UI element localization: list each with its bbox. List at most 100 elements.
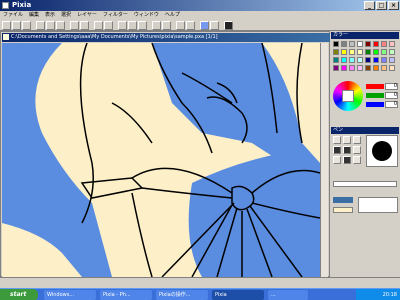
pen-tool-icon[interactable] [333,136,341,144]
copy-icon[interactable] [46,21,55,30]
brush-tool-icon[interactable] [343,136,351,144]
color-swatch[interactable] [349,49,355,55]
red-value[interactable]: 0 [385,83,398,90]
zoom-out-icon[interactable] [104,21,113,30]
green-value[interactable]: 0 [385,92,398,99]
color-swatch[interactable] [333,41,339,47]
menu-window[interactable]: ウィンドウ [131,11,162,20]
document-titlebar: C:\Documents and Settings\aaa\My Documen… [2,33,330,42]
rotate-icon[interactable] [176,21,185,30]
menu-file[interactable]: ファイル [0,11,26,20]
menu-layer[interactable]: レイヤー [74,11,100,20]
color-swatch[interactable] [357,57,363,63]
blue-slider[interactable] [366,102,384,107]
side-panels: カラー 0 0 0 ペン [330,31,400,277]
color-swatch[interactable] [381,49,387,55]
color-swatch[interactable] [365,57,371,63]
hard-brush-icon[interactable] [343,156,351,164]
brush-icon[interactable] [128,21,137,30]
brush-size-slider[interactable] [333,181,397,187]
menu-help[interactable]: ヘルプ [162,11,183,20]
blur-tool-icon[interactable] [353,156,361,164]
color-swatch[interactable] [389,49,395,55]
menu-edit[interactable]: 編集 [26,11,42,20]
eraser-tool-icon[interactable] [353,146,361,154]
round-brush-icon[interactable] [333,146,341,154]
menu-filter[interactable]: フィルター [100,11,131,20]
color-swatch[interactable] [373,41,379,47]
layer-list[interactable] [358,197,398,213]
task-button-1[interactable]: Windows... [44,290,96,300]
color-swatch[interactable] [389,57,395,63]
task-button-2[interactable]: Pixia - Ph... [100,290,152,300]
vertical-scrollbar[interactable] [320,43,328,277]
color-swatch[interactable] [381,41,387,47]
layer-icon[interactable] [118,21,127,30]
task-button-3[interactable]: Pixiaの操作... [156,290,208,300]
rgb-row-b[interactable]: 0 [366,101,398,108]
new-icon[interactable] [2,21,11,30]
square-brush-icon[interactable] [343,146,351,154]
maximize-button[interactable]: □ [376,1,387,10]
start-button[interactable]: start [0,289,38,300]
color-swatch[interactable] [341,49,347,55]
open-icon[interactable] [12,21,21,30]
airbrush-tool-icon[interactable] [353,136,361,144]
color-swatch[interactable] [357,65,363,71]
cut-icon[interactable] [36,21,45,30]
color-swatch[interactable] [373,57,379,63]
color-swatch[interactable] [349,57,355,63]
drawing-canvas[interactable] [2,43,320,277]
color-swatch[interactable] [365,65,371,71]
redo-icon[interactable] [80,21,89,30]
layer-thumbnail-2[interactable] [333,207,353,213]
color-swatch[interactable] [333,65,339,71]
color-swatch[interactable] [349,41,355,47]
color-swatch[interactable] [389,41,395,47]
color-swatch[interactable] [365,49,371,55]
minimize-button[interactable]: _ [364,1,375,10]
color-swatch[interactable] [381,65,387,71]
color-swatch[interactable] [365,41,371,47]
color-swatch[interactable] [341,41,347,47]
color-wheel[interactable] [333,81,363,111]
paste-icon[interactable] [56,21,65,30]
status-bar [0,277,400,288]
red-slider[interactable] [366,84,384,89]
color-swatch[interactable] [333,57,339,63]
task-button-5[interactable]: ... [268,290,308,300]
system-tray-clock[interactable]: 20:18 [356,289,400,300]
brush-preview [366,135,398,167]
color-swatch[interactable] [373,49,379,55]
color-swatch[interactable] [341,65,347,71]
grid-icon[interactable] [210,21,219,30]
tools-panel-title: ペン [331,127,399,134]
menu-view[interactable]: 表示 [42,11,58,20]
layer-thumbnail-1[interactable] [333,197,353,203]
color-swatch[interactable] [333,49,339,55]
zoom-in-icon[interactable] [94,21,103,30]
move-icon[interactable] [162,21,171,30]
select-icon[interactable] [152,21,161,30]
color-swatch[interactable] [341,57,347,63]
color-swatch[interactable] [381,57,387,63]
undo-icon[interactable] [70,21,79,30]
color-swatch[interactable] [373,65,379,71]
rgb-row-r[interactable]: 0 [366,83,398,90]
green-slider[interactable] [366,93,384,98]
color-swatch[interactable] [357,41,363,47]
close-button[interactable]: × [388,1,399,10]
color-swatch[interactable] [349,65,355,71]
black-swatch-icon[interactable] [224,21,233,30]
soft-brush-icon[interactable] [333,156,341,164]
blue-value[interactable]: 0 [385,101,398,108]
menu-select[interactable]: 選択 [58,11,74,20]
task-button-4[interactable]: Pixia [212,290,264,300]
rgb-row-g[interactable]: 0 [366,92,398,99]
save-icon[interactable] [22,21,31,30]
color-swatch[interactable] [389,65,395,71]
color-icon[interactable] [200,21,209,30]
fill-icon[interactable] [138,21,147,30]
color-swatch[interactable] [357,49,363,55]
flip-icon[interactable] [186,21,195,30]
